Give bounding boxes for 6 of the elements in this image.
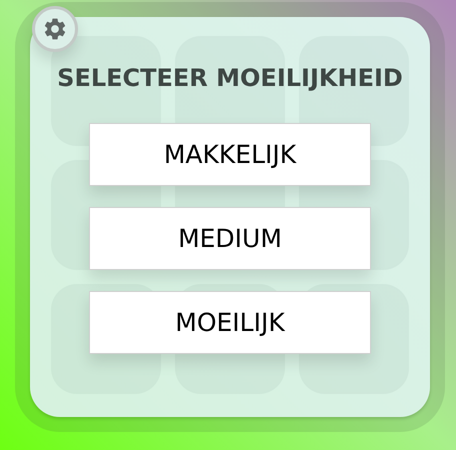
difficulty-button[interactable]: MEDIUM [89, 207, 371, 270]
difficulty-button[interactable]: MOEILIJK [89, 291, 371, 354]
settings-button[interactable] [32, 6, 78, 52]
difficulty-button[interactable]: MAKKELIJK [89, 123, 371, 186]
settings-icon [42, 16, 68, 42]
dialog-title: SELECTEER MOEILIJKHEID [57, 64, 403, 92]
